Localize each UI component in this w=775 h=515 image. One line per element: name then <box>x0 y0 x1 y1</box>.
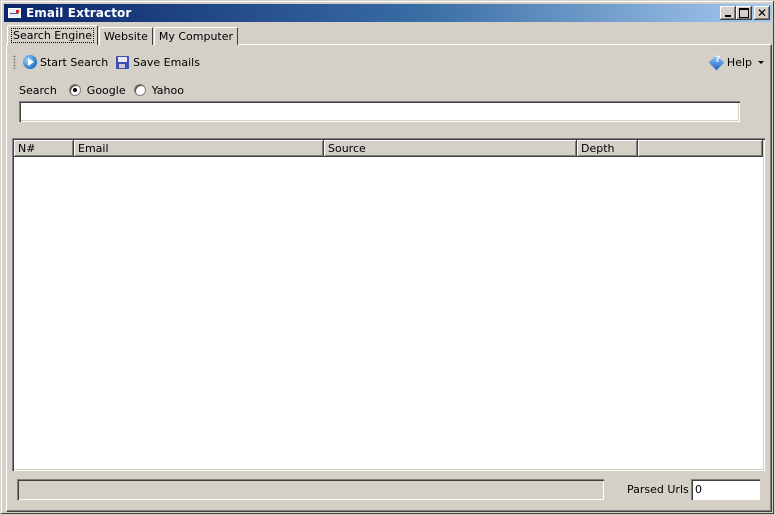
help-label: Help <box>726 55 752 69</box>
column-header-label: Source <box>328 142 366 155</box>
column-header-depth[interactable]: Depth <box>577 140 638 157</box>
search-label: Search <box>19 83 57 97</box>
column-header-source[interactable]: Source <box>324 140 577 157</box>
toolbar: Start Search Save Emails Help <box>13 52 766 72</box>
tab-label: My Computer <box>158 30 234 43</box>
toolbar-grip-handle[interactable] <box>13 55 16 69</box>
google-radio-label[interactable]: Google <box>87 84 126 97</box>
column-header-email[interactable]: Email <box>74 140 324 157</box>
search-query-input[interactable] <box>19 101 740 122</box>
minimize-button[interactable] <box>720 6 736 20</box>
results-list[interactable]: N# Email Source Depth <box>12 138 765 471</box>
help-dropdown-button[interactable]: Help <box>708 52 764 72</box>
tab-label: Website <box>104 30 148 43</box>
email-app-icon <box>8 8 21 18</box>
column-header-label: Depth <box>581 142 615 155</box>
play-icon <box>23 55 37 69</box>
close-icon: ✕ <box>756 6 768 20</box>
tab-website[interactable]: Website <box>99 27 153 45</box>
tab-my-computer[interactable]: My Computer <box>153 27 239 45</box>
google-radio[interactable] <box>68 84 81 96</box>
window-controls: ✕ <box>720 6 770 20</box>
column-header-filler <box>638 140 763 157</box>
help-icon <box>708 54 725 70</box>
search-progress-bar <box>17 479 604 500</box>
column-header-number[interactable]: N# <box>14 140 74 157</box>
yahoo-radio-label[interactable]: Yahoo <box>152 84 184 97</box>
save-emails-button[interactable]: Save Emails <box>114 52 202 72</box>
start-search-label: Start Search <box>40 55 109 69</box>
results-list-header: N# Email Source Depth <box>14 140 763 157</box>
tab-strip: Search Engine Website My Computer <box>7 25 239 45</box>
floppy-disk-icon <box>116 55 130 69</box>
maximize-button[interactable] <box>736 6 752 20</box>
column-header-label: N# <box>18 142 36 155</box>
parsed-urls-field[interactable] <box>691 479 760 500</box>
app-window: Email Extractor ✕ Search Engine Website … <box>0 0 775 515</box>
tab-search-engine[interactable]: Search Engine <box>7 25 98 45</box>
parsed-urls-label: Parsed Urls <box>627 483 689 496</box>
save-emails-label: Save Emails <box>133 55 200 69</box>
yahoo-radio[interactable] <box>133 84 146 96</box>
chevron-down-icon <box>758 60 764 64</box>
window-title: Email Extractor <box>26 6 132 20</box>
start-search-button[interactable]: Start Search <box>21 52 110 72</box>
search-engine-selector: Search Google Yahoo <box>19 82 192 98</box>
title-bar[interactable]: Email Extractor ✕ <box>4 4 772 22</box>
tab-label: Search Engine <box>11 28 94 43</box>
column-header-label: Email <box>78 142 109 155</box>
close-button[interactable]: ✕ <box>754 6 770 20</box>
